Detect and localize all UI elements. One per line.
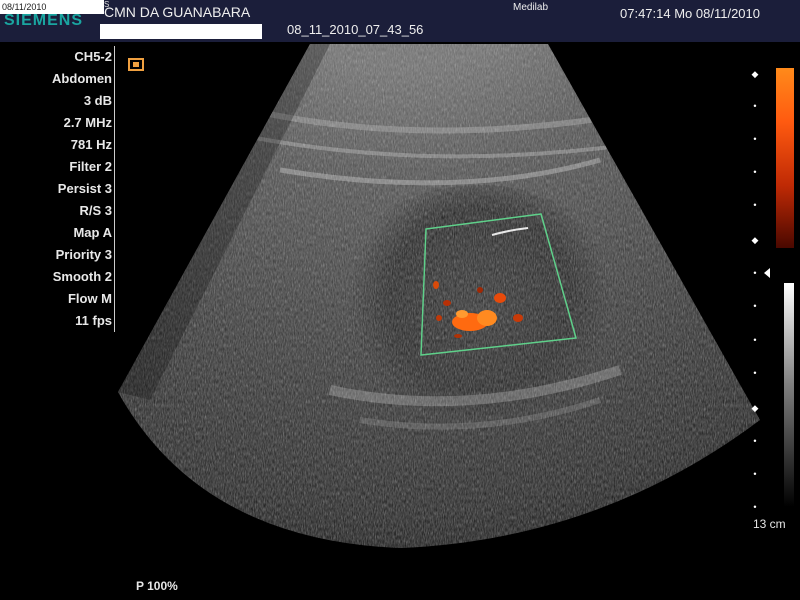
- vendor-label: Medilab: [513, 2, 549, 13]
- param-priority: Priority 3: [55, 247, 112, 262]
- depth-mark-minor: •: [753, 200, 757, 210]
- depth-mark-minor: •: [753, 134, 757, 144]
- date-time: 07:47:14 Mo 08/11/2010: [620, 6, 760, 21]
- param-framerate: 11 fps: [75, 313, 112, 328]
- param-smooth: Smooth 2: [52, 269, 112, 284]
- param-gain: 3 dB: [83, 93, 112, 108]
- depth-label: 13 cm: [753, 517, 786, 531]
- depth-mark-minor: •: [753, 167, 757, 177]
- logo-date: 08/11/2010: [2, 2, 47, 12]
- header-bar: 08/11/2010 SIEMENS S CMN DA GUANABARA 08…: [0, 0, 800, 42]
- param-rs: R/S 3: [79, 203, 112, 218]
- depth-mark-minor: •: [753, 268, 757, 278]
- param-map: Map A: [73, 225, 112, 240]
- power-label: P 100%: [136, 579, 178, 593]
- param-flow: Flow M: [67, 291, 112, 306]
- hospital-name: CMN DA GUANABARA: [104, 4, 251, 20]
- depth-mark-major: ◆: [751, 69, 759, 79]
- depth-mark-major: ◆: [751, 235, 759, 245]
- depth-mark-minor: •: [753, 301, 757, 311]
- depth-mark-minor: •: [753, 101, 757, 111]
- grayscale-bar: [784, 283, 794, 507]
- patient-name-field: [100, 24, 262, 39]
- focus-marker-icon: [764, 268, 770, 278]
- scan-parameters: CH5-2 Abdomen 3 dB 2.7 MHz 781 Hz Filter…: [0, 46, 112, 332]
- siemens-logo: SIEMENS: [4, 12, 84, 29]
- param-prf: 781 Hz: [70, 137, 112, 152]
- param-filter: Filter 2: [69, 159, 112, 174]
- color-map-bar: [776, 68, 794, 248]
- depth-mark-minor: •: [753, 502, 757, 512]
- orientation-marker-icon: [128, 58, 144, 71]
- param-frequency: 2.7 MHz: [63, 115, 112, 130]
- depth-mark-minor: •: [753, 368, 757, 378]
- param-persist: Persist 3: [57, 181, 112, 196]
- depth-mark-minor: •: [753, 436, 757, 446]
- depth-mark-major: ◆: [751, 403, 759, 413]
- param-preset: Abdomen: [52, 71, 112, 86]
- depth-mark-minor: •: [753, 335, 757, 345]
- param-transducer: CH5-2: [74, 49, 112, 64]
- depth-mark-minor: •: [753, 469, 757, 479]
- params-divider: [114, 46, 115, 332]
- study-id: 08_11_2010_07_43_56: [287, 22, 424, 37]
- ultrasound-image: [118, 44, 760, 548]
